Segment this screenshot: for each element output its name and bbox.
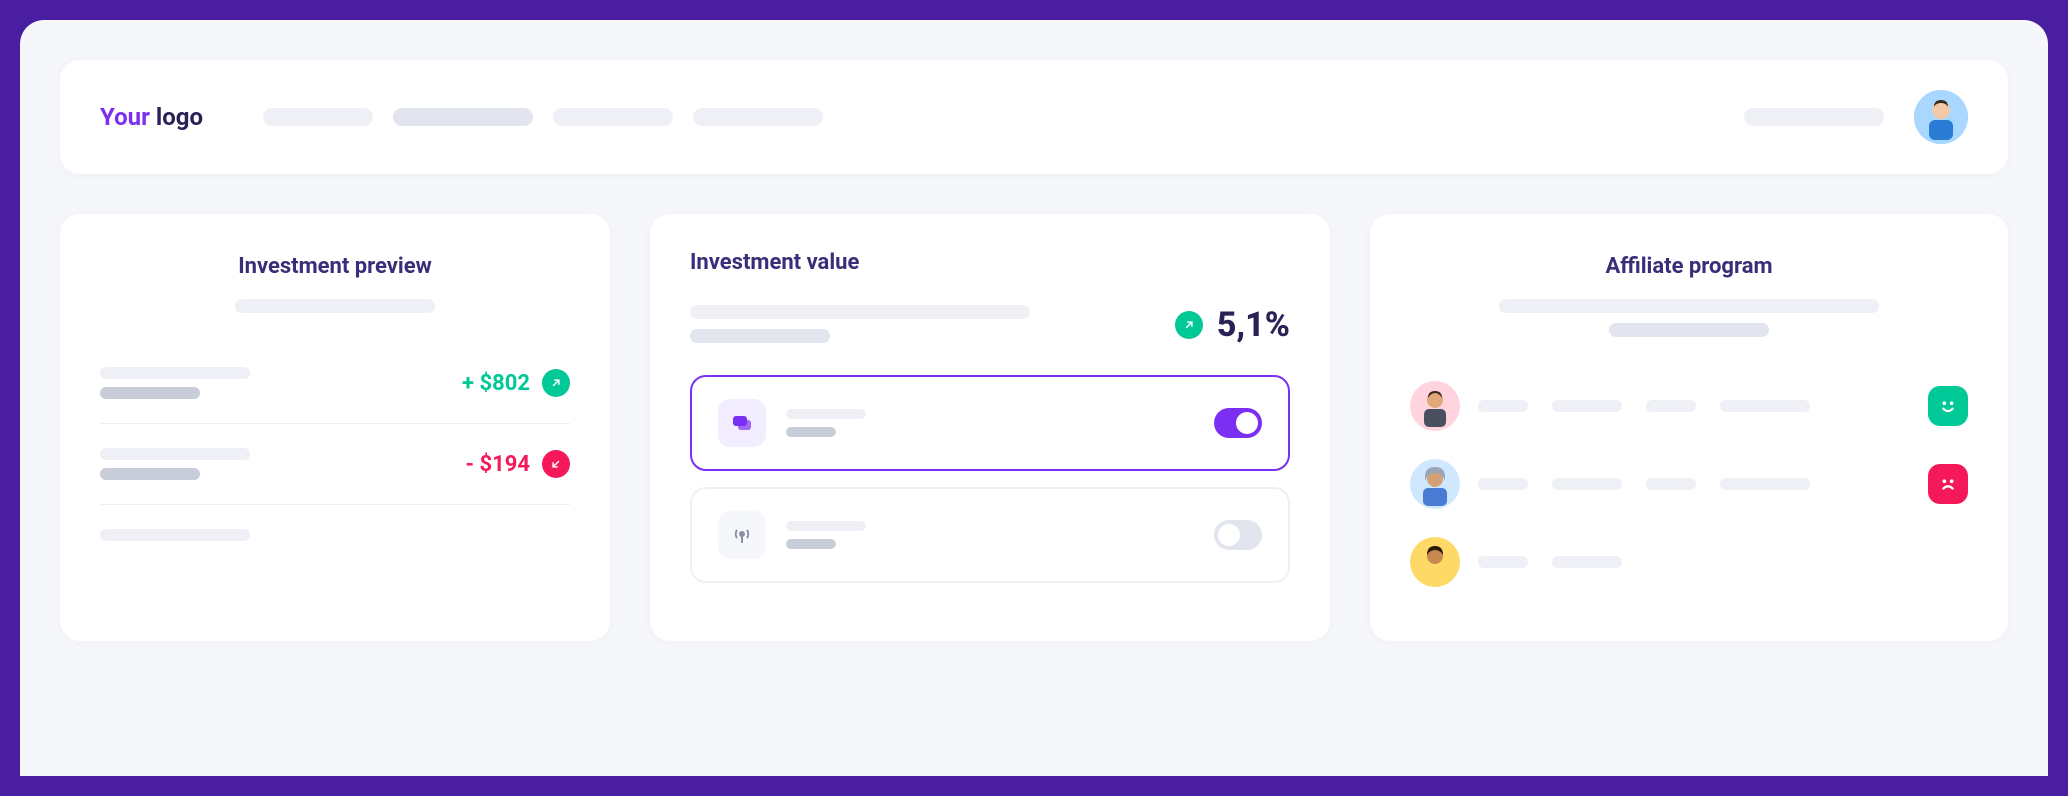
option-row[interactable]	[690, 487, 1290, 583]
affiliate-card: Affiliate program	[1370, 214, 2008, 641]
card-title: Investment value	[690, 250, 1290, 275]
nav-item[interactable]	[263, 108, 373, 126]
percent-change: 5,1%	[1175, 305, 1290, 345]
avatar-icon	[1914, 90, 1968, 144]
affiliate-data	[1478, 400, 1910, 412]
preview-row[interactable]	[100, 505, 570, 565]
affiliate-row[interactable]	[1410, 367, 1968, 445]
nav-item[interactable]	[693, 108, 823, 126]
arrow-down-icon	[542, 450, 570, 478]
happy-face-icon	[1928, 386, 1968, 426]
preview-row[interactable]: + $802	[100, 343, 570, 424]
logo-prefix: Your	[100, 103, 150, 131]
row-label	[100, 448, 250, 480]
nav-item[interactable]	[553, 108, 673, 126]
arrow-up-icon	[542, 369, 570, 397]
investment-value-card: Investment value 5,1%	[650, 214, 1330, 641]
app-frame: Your logo Investment preview	[20, 20, 2048, 776]
placeholder-text	[690, 305, 1030, 343]
toggle-on[interactable]	[1214, 408, 1262, 438]
topbar: Your logo	[60, 60, 2008, 174]
row-label	[100, 367, 250, 399]
investment-preview-card: Investment preview + $802	[60, 214, 610, 641]
broadcast-icon	[718, 511, 766, 559]
affiliate-avatar	[1410, 537, 1460, 587]
amount-negative: - $194	[465, 452, 530, 477]
arrow-up-icon	[1175, 311, 1203, 339]
sad-face-icon	[1928, 464, 1968, 504]
topbar-action[interactable]	[1744, 108, 1884, 126]
row-label	[100, 529, 250, 541]
toggle-off[interactable]	[1214, 520, 1262, 550]
option-label	[786, 521, 866, 549]
placeholder-text	[1410, 299, 1968, 337]
option-label	[786, 409, 866, 437]
logo[interactable]: Your logo	[100, 103, 203, 131]
card-title: Affiliate program	[1410, 254, 1968, 279]
affiliate-data	[1478, 478, 1910, 490]
cards-row: Investment preview + $802	[60, 214, 2008, 641]
amount-positive: + $802	[462, 371, 530, 396]
preview-row[interactable]: - $194	[100, 424, 570, 505]
affiliate-row[interactable]	[1410, 523, 1968, 601]
nav-item-active[interactable]	[393, 108, 533, 126]
affiliate-data	[1478, 556, 1968, 568]
option-row-active[interactable]	[690, 375, 1290, 471]
percent-value: 5,1%	[1217, 305, 1290, 345]
user-avatar[interactable]	[1914, 90, 1968, 144]
logo-suffix: logo	[150, 103, 203, 131]
affiliate-row[interactable]	[1410, 445, 1968, 523]
chat-icon	[718, 399, 766, 447]
nav-links	[263, 108, 1744, 126]
affiliate-avatar	[1410, 381, 1460, 431]
affiliate-avatar	[1410, 459, 1460, 509]
card-title: Investment preview	[100, 254, 570, 279]
placeholder-text	[100, 299, 570, 313]
